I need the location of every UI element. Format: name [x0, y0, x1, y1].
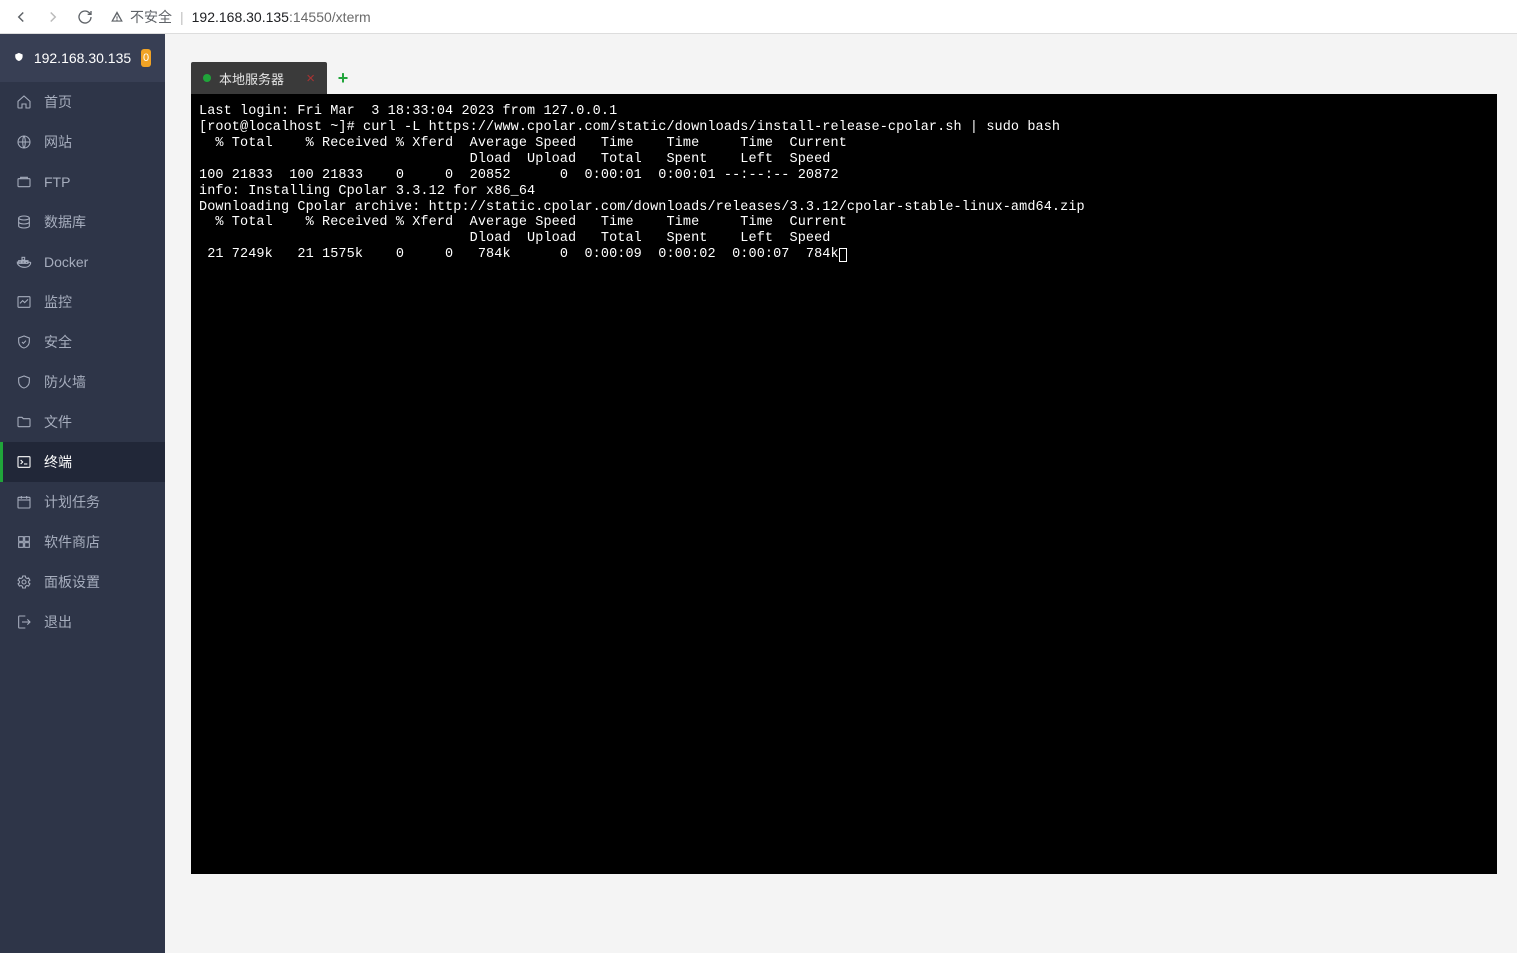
panel-logo-icon — [14, 49, 24, 67]
terminal-tabs: 本地服务器 × + — [191, 62, 1497, 94]
main-content: 本地服务器 × + Last login: Fri Mar 3 18:33:04… — [165, 34, 1517, 953]
docker-icon — [16, 254, 32, 270]
sidebar-item-logout[interactable]: 退出 — [0, 602, 165, 642]
sidebar-item-site[interactable]: 网站 — [0, 122, 165, 162]
sidebar-item-home[interactable]: 首页 — [0, 82, 165, 122]
tab-label: 本地服务器 — [219, 69, 284, 88]
sidebar-item-terminal[interactable]: 终端 — [0, 442, 165, 482]
sidebar-item-settings[interactable]: 面板设置 — [0, 562, 165, 602]
terminal-tab-active[interactable]: 本地服务器 × — [191, 62, 327, 94]
sidebar-item-label: 首页 — [44, 92, 72, 112]
sidebar-item-label: 计划任务 — [44, 492, 100, 512]
sidebar-item-label: 终端 — [44, 452, 72, 472]
url-text: 192.168.30.135:14550/xterm — [192, 9, 371, 25]
sidebar-item-label: 面板设置 — [44, 572, 100, 592]
sidebar-item-db[interactable]: 数据库 — [0, 202, 165, 242]
sidebar-header[interactable]: 192.168.30.135 0 — [0, 34, 165, 82]
sidebar-item-label: 监控 — [44, 292, 72, 312]
insecure-label: 不安全 — [130, 7, 172, 27]
tab-close-button[interactable]: × — [306, 70, 315, 87]
appstore-icon — [16, 534, 32, 550]
sidebar-item-label: 安全 — [44, 332, 72, 352]
tab-add-button[interactable]: + — [327, 62, 359, 94]
sidebar-item-security[interactable]: 安全 — [0, 322, 165, 362]
sidebar-item-store[interactable]: 软件商店 — [0, 522, 165, 562]
nav-back-button[interactable] — [8, 4, 34, 30]
calendar-icon — [16, 494, 32, 510]
sidebar-item-label: 退出 — [44, 612, 72, 632]
ftp-icon — [16, 174, 32, 190]
home-icon — [16, 94, 32, 110]
sidebar-badge: 0 — [141, 49, 151, 67]
globe-icon — [16, 134, 32, 150]
address-bar[interactable]: 不安全 | 192.168.30.135:14550/xterm — [110, 3, 1509, 31]
url-separator: | — [180, 9, 184, 25]
sidebar-item-label: 防火墙 — [44, 372, 86, 392]
gear-icon — [16, 574, 32, 590]
sidebar-title: 192.168.30.135 — [34, 50, 131, 66]
database-icon — [16, 214, 32, 230]
sidebar-item-label: 数据库 — [44, 212, 86, 232]
sidebar-item-label: 软件商店 — [44, 532, 100, 552]
browser-toolbar: 不安全 | 192.168.30.135:14550/xterm — [0, 0, 1517, 34]
sidebar-item-docker[interactable]: Docker — [0, 242, 165, 282]
sidebar-item-files[interactable]: 文件 — [0, 402, 165, 442]
sidebar: 192.168.30.135 0 首页 网站 FTP 数据库 Docker 监控 — [0, 34, 165, 953]
sidebar-item-monitor[interactable]: 监控 — [0, 282, 165, 322]
firewall-icon — [16, 374, 32, 390]
folder-icon — [16, 414, 32, 430]
insecure-indicator: 不安全 — [110, 7, 172, 27]
sidebar-item-label: 网站 — [44, 132, 72, 152]
sidebar-item-firewall[interactable]: 防火墙 — [0, 362, 165, 402]
terminal-icon — [16, 454, 32, 470]
sidebar-item-label: FTP — [44, 174, 70, 190]
sidebar-item-ftp[interactable]: FTP — [0, 162, 165, 202]
sidebar-item-cron[interactable]: 计划任务 — [0, 482, 165, 522]
nav-reload-button[interactable] — [72, 4, 98, 30]
terminal-output[interactable]: Last login: Fri Mar 3 18:33:04 2023 from… — [191, 94, 1497, 874]
monitor-icon — [16, 294, 32, 310]
nav-forward-button[interactable] — [40, 4, 66, 30]
sidebar-item-label: Docker — [44, 254, 88, 270]
sidebar-item-label: 文件 — [44, 412, 72, 432]
shield-icon — [16, 334, 32, 350]
logout-icon — [16, 614, 32, 630]
tab-status-dot-icon — [203, 74, 211, 82]
